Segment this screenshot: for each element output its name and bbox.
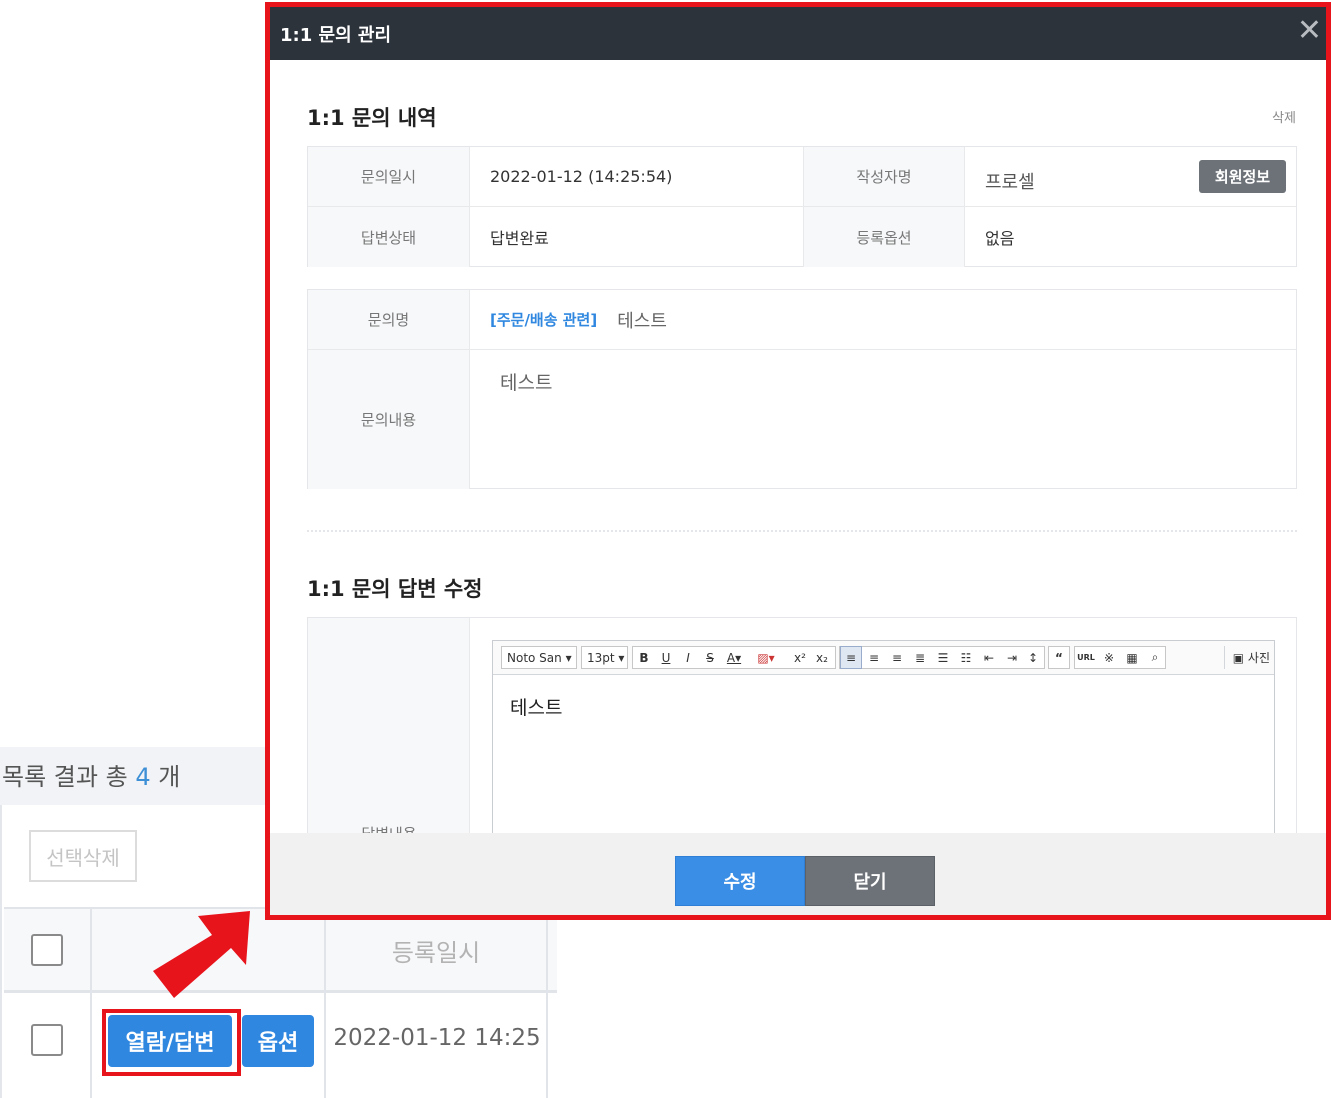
align-right-icon[interactable]: ≡ [886,646,908,669]
registration-option-value: 없음 [985,229,1015,248]
answer-status-value: 답변완료 [490,229,549,248]
edit-submit-button[interactable]: 수정 [675,856,805,906]
inquiry-table: 등록일시 열람/답변 옵션 2022-01-12 14:25 [4,907,557,1098]
close-icon[interactable]: ✕ [1297,15,1322,47]
rich-text-editor[interactable]: Noto San ▾ 13pt ▾ B U I S A▾ ▨▾ x² x₂ ≡ … [492,640,1275,833]
inquiry-category: [주문/배송 관련] [490,311,598,329]
inquiry-subject: 테스트 [617,310,667,332]
url-link-icon[interactable]: URL [1075,646,1097,669]
select-delete-button[interactable]: 선택삭제 [29,830,137,882]
photo-upload-button[interactable]: ▣ 사진 [1223,646,1270,669]
align-center-icon[interactable]: ≡ [863,646,885,669]
select-all-checkbox[interactable] [31,934,63,966]
author-label: 작성자명 [803,147,965,206]
font-family-select[interactable]: Noto San ▾ [501,646,577,669]
answer-content-label-cell: 답변내용 [308,618,470,833]
line-height-icon[interactable]: ↕ [1022,646,1044,669]
registration-option-label: 등록옵션 [803,207,965,267]
inquiry-content-label: 문의내용 [308,350,470,489]
column-header-date: 등록일시 [391,939,481,967]
option-button[interactable]: 옵션 [242,1015,314,1067]
inquiry-content-table: 문의명 [주문/배송 관련] 테스트 문의내용 테스트 [307,289,1297,489]
answer-edit-title: 1:1 문의 답변 수정 [307,577,483,601]
quote-icon[interactable]: “ [1048,646,1070,669]
modal-footer: 수정 닫기 [270,833,1326,915]
modal-title-bar: 1:1 문의 관리 ✕ [270,7,1326,60]
unordered-list-icon[interactable]: ☷ [955,646,977,669]
highlight-box [102,1009,241,1076]
bold-icon[interactable]: B [633,646,655,669]
ordered-list-icon[interactable]: ☰ [932,646,954,669]
result-count-number: 4 [135,763,151,791]
superscript-icon[interactable]: x² [789,646,811,669]
inquiry-date-value: 2022-01-12 (14:25:54) [490,167,673,186]
outdent-icon[interactable]: ⇤ [978,646,1000,669]
row-checkbox[interactable] [31,1024,63,1056]
inquiry-date-label: 문의일시 [308,147,470,206]
section-divider [307,530,1297,532]
delete-link[interactable]: 삭제 [1272,107,1296,126]
modal-body: 1:1 문의 내역 삭제 문의일시 2022-01-12 (14:25:54) … [270,60,1326,833]
list-result-count: 목록 결과 총 4 개 [2,763,181,791]
inquiry-name-row: 문의명 [주문/배송 관련] 테스트 [308,290,1296,350]
indent-icon[interactable]: ⇥ [1001,646,1023,669]
italic-icon[interactable]: I [677,646,699,669]
align-justify-icon[interactable]: ≣ [909,646,931,669]
answer-status-label: 답변상태 [308,207,470,267]
inquiry-manage-modal: 1:1 문의 관리 ✕ 1:1 문의 내역 삭제 문의일시 2022-01-12… [265,2,1331,920]
answer-content-label: 답변내용 [308,823,470,833]
inquiry-name-value: [주문/배송 관련] 테스트 [470,290,1298,349]
modal-title: 1:1 문의 관리 [280,25,392,46]
inquiry-content-row: 문의내용 테스트 [308,350,1296,489]
underline-icon[interactable]: U [655,646,677,669]
close-button[interactable]: 닫기 [805,856,935,906]
info-row-2: 답변상태 답변완료 등록옵션 없음 [308,207,1296,267]
row-registered-date: 2022-01-12 14:25 [333,1025,541,1051]
info-row-1: 문의일시 2022-01-12 (14:25:54) 작성자명 프로셀 회원정보 [308,147,1296,207]
table-row: 열람/답변 옵션 2022-01-12 14:25 [4,993,557,1098]
inquiry-info-table: 문의일시 2022-01-12 (14:25:54) 작성자명 프로셀 회원정보… [307,146,1297,267]
special-char-icon[interactable]: ※ [1098,646,1120,669]
font-color-icon[interactable]: A▾ [723,646,745,669]
answer-editor-table: 답변내용 Noto San ▾ 13pt ▾ B U I S A▾ ▨▾ x² … [307,617,1297,833]
align-left-icon[interactable]: ≡ [840,646,862,669]
member-info-button[interactable]: 회원정보 [1199,160,1286,193]
editor-toolbar: Noto San ▾ 13pt ▾ B U I S A▾ ▨▾ x² x₂ ≡ … [493,641,1274,675]
search-icon[interactable]: ⌕ [1144,646,1166,669]
subscript-icon[interactable]: x₂ [811,646,833,669]
inquiry-name-label: 문의명 [308,290,470,349]
inquiry-content-text: 테스트 [500,372,553,394]
editor-content[interactable]: 테스트 [510,693,562,720]
table-icon[interactable]: ▦ [1121,646,1143,669]
inquiry-detail-title: 1:1 문의 내역 [307,106,437,130]
red-arrow-icon [153,911,250,998]
highlight-color-icon[interactable]: ▨▾ [755,646,777,669]
font-size-select[interactable]: 13pt ▾ [581,646,628,669]
camera-icon: ▣ [1232,650,1248,665]
strikethrough-icon[interactable]: S [699,646,721,669]
